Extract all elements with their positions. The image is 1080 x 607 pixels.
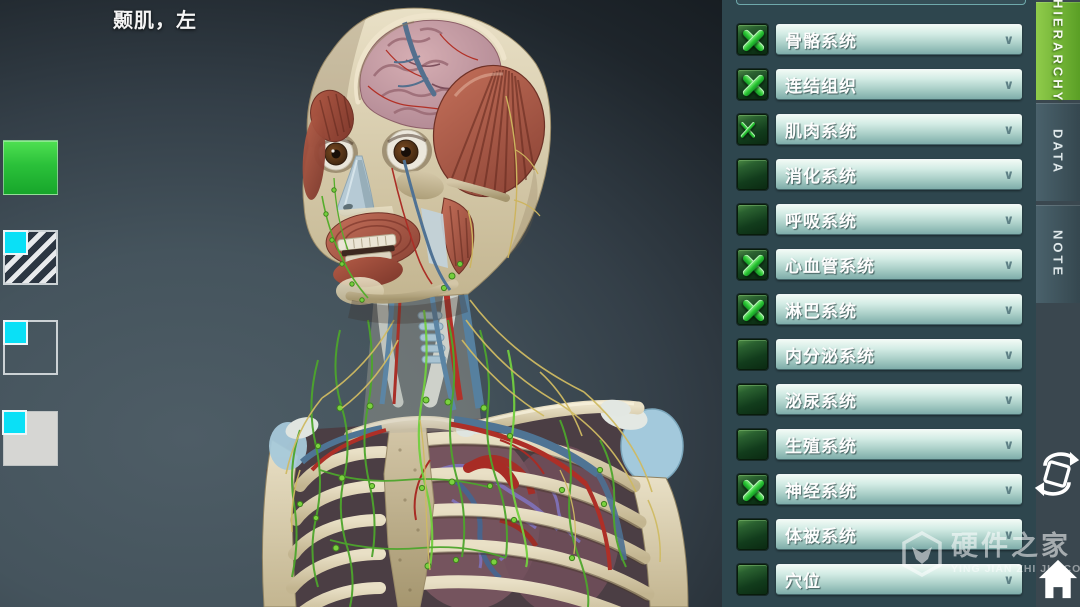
system-checkbox[interactable] xyxy=(737,384,768,415)
chevron-down-icon[interactable]: ∨ xyxy=(1003,437,1014,453)
system-row: 神经系统∨ xyxy=(737,474,1036,505)
system-row: 连结组织∨ xyxy=(737,69,1036,100)
chevron-down-icon[interactable]: ∨ xyxy=(1003,122,1014,138)
anatomy-model[interactable] xyxy=(0,0,722,607)
check-x-icon xyxy=(736,117,759,142)
system-row: 生殖系统∨ xyxy=(737,429,1036,460)
rotate-orbit-icon xyxy=(1033,446,1080,502)
system-item-bar[interactable]: 泌尿系统∨ xyxy=(776,384,1022,415)
system-item-bar[interactable]: 消化系统∨ xyxy=(776,159,1022,190)
chevron-down-icon[interactable]: ∨ xyxy=(1003,167,1014,183)
anatomy-viewport[interactable]: 颞肌，左 xyxy=(0,0,722,607)
system-row: 心血管系统∨ xyxy=(737,249,1036,280)
system-checkbox[interactable] xyxy=(737,519,768,550)
system-checkbox[interactable] xyxy=(737,114,768,145)
scrolled-item-remnant xyxy=(736,0,1026,5)
check-x-icon xyxy=(738,250,767,279)
selected-structure-label: 颞肌，左 xyxy=(113,4,197,33)
system-item-bar[interactable]: 体被系统∨ xyxy=(776,519,1022,550)
check-x-icon xyxy=(738,70,767,99)
chevron-down-icon[interactable]: ∨ xyxy=(1003,572,1014,588)
hide-mode-swatch[interactable] xyxy=(3,230,58,285)
tab-data[interactable]: DATA xyxy=(1036,103,1080,201)
system-item-bar[interactable]: 肌肉系统∨ xyxy=(776,114,1022,145)
selected-color-swatch[interactable] xyxy=(3,140,58,195)
system-checkbox[interactable] xyxy=(737,69,768,100)
rotate-view-button[interactable] xyxy=(1033,446,1080,502)
cyan-selection-chip xyxy=(3,230,28,255)
system-checkbox[interactable] xyxy=(737,159,768,190)
system-row: 消化系统∨ xyxy=(737,159,1036,190)
system-item-bar[interactable]: 淋巴系统∨ xyxy=(776,294,1022,325)
systems-panel: 骨骼系统∨ 连结组织∨ 肌肉系统∨ 消化系统∨ 呼吸系统∨ 心血管系统∨ 淋巴系… xyxy=(722,0,1036,607)
tab-hierarchy[interactable]: HIERARCHY xyxy=(1036,2,1080,100)
tab-note[interactable]: NOTE xyxy=(1036,205,1080,303)
system-item-bar[interactable]: 骨骼系统∨ xyxy=(776,24,1022,55)
system-item-bar[interactable]: 生殖系统∨ xyxy=(776,429,1022,460)
system-checkbox[interactable] xyxy=(737,249,768,280)
anatomy-app-window: 颞肌，左 骨骼系统∨ 连结组织∨ 肌肉系统∨ 消化系统∨ xyxy=(0,0,1080,607)
chevron-down-icon[interactable]: ∨ xyxy=(1003,77,1014,93)
system-row: 内分泌系统∨ xyxy=(737,339,1036,370)
system-item-bar[interactable]: 穴位∨ xyxy=(776,564,1022,595)
system-row: 体被系统∨ xyxy=(737,519,1036,550)
system-row: 呼吸系统∨ xyxy=(737,204,1036,235)
system-checkbox[interactable] xyxy=(737,24,768,55)
fade-mode-swatch[interactable] xyxy=(3,411,58,466)
check-x-icon xyxy=(738,475,767,504)
check-x-icon xyxy=(738,295,767,324)
chevron-down-icon[interactable]: ∨ xyxy=(1003,302,1014,318)
chevron-down-icon[interactable]: ∨ xyxy=(1003,257,1014,273)
cyan-selection-chip xyxy=(3,320,28,345)
system-item-bar[interactable]: 连结组织∨ xyxy=(776,69,1022,100)
system-item-bar[interactable]: 呼吸系统∨ xyxy=(776,204,1022,235)
system-item-bar[interactable]: 内分泌系统∨ xyxy=(776,339,1022,370)
chevron-down-icon[interactable]: ∨ xyxy=(1003,527,1014,543)
system-checkbox[interactable] xyxy=(737,204,768,235)
chevron-down-icon[interactable]: ∨ xyxy=(1003,347,1014,363)
system-item-bar[interactable]: 心血管系统∨ xyxy=(776,249,1022,280)
system-checkbox[interactable] xyxy=(737,429,768,460)
system-row: 淋巴系统∨ xyxy=(737,294,1036,325)
system-item-bar[interactable]: 神经系统∨ xyxy=(776,474,1022,505)
chevron-down-icon[interactable]: ∨ xyxy=(1003,392,1014,408)
system-row: 穴位∨ xyxy=(737,564,1036,595)
chevron-down-icon[interactable]: ∨ xyxy=(1003,32,1014,48)
side-tab-strip: HIERARCHY DATA NOTE xyxy=(1036,0,1080,607)
head-model xyxy=(300,8,556,324)
outline-mode-swatch[interactable] xyxy=(3,320,58,375)
system-checkbox[interactable] xyxy=(737,294,768,325)
system-checkbox[interactable] xyxy=(737,339,768,370)
chevron-down-icon[interactable]: ∨ xyxy=(1003,482,1014,498)
system-row: 肌肉系统∨ xyxy=(737,114,1036,145)
chevron-down-icon[interactable]: ∨ xyxy=(1003,212,1014,228)
system-checkbox[interactable] xyxy=(737,474,768,505)
cyan-selection-chip xyxy=(2,410,27,435)
system-checkbox[interactable] xyxy=(737,564,768,595)
system-row: 骨骼系统∨ xyxy=(737,24,1036,55)
home-icon xyxy=(1038,556,1078,602)
home-button[interactable] xyxy=(1038,556,1078,602)
system-row: 泌尿系统∨ xyxy=(737,384,1036,415)
check-x-icon xyxy=(738,25,767,54)
